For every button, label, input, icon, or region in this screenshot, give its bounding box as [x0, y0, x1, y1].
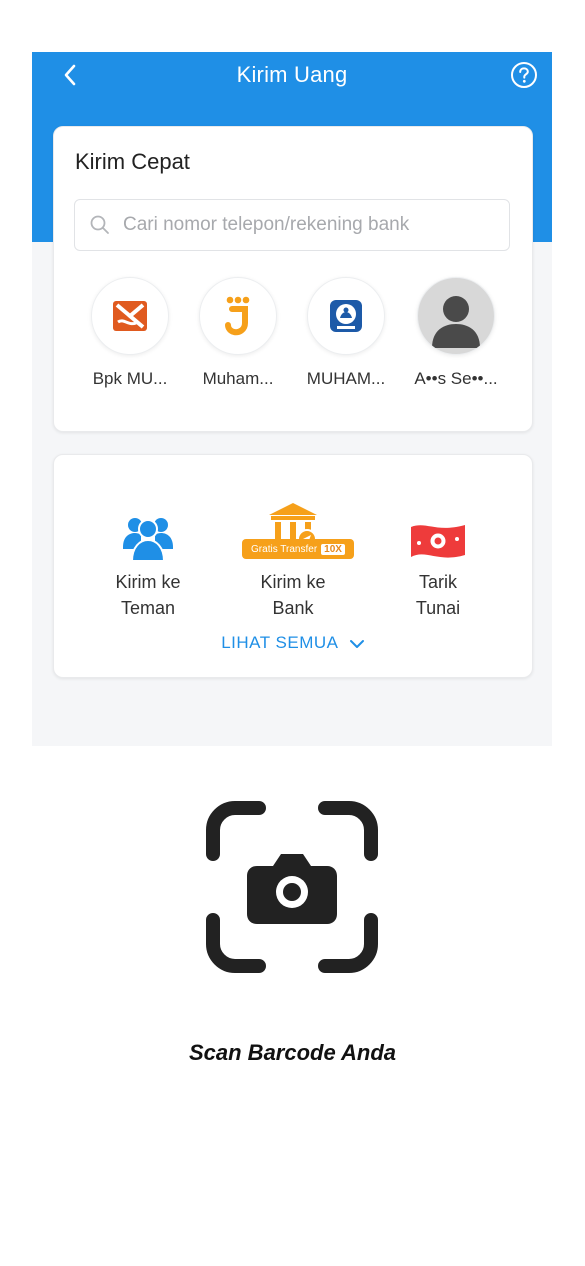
- free-transfer-badge: Gratis Transfer 10X: [242, 539, 354, 559]
- send-to-friend-button[interactable]: Kirim ke Teman: [78, 485, 218, 621]
- contact-name: A••s Se••...: [414, 369, 498, 388]
- bank-logo-orange-icon: [91, 277, 169, 355]
- friends-icon: [123, 518, 173, 562]
- contact-item[interactable]: A••s Se••...: [401, 277, 511, 389]
- app-screen: Kirim Uang Kirim Cepat Cari nomor telepo…: [32, 52, 552, 746]
- chevron-left-icon: [64, 64, 76, 86]
- recent-contacts: Bpk MU... Muham... MUHAM... A••s Se••...: [54, 277, 532, 397]
- menu-label: Kirim ke Bank: [260, 572, 326, 618]
- contact-name: Bpk MU...: [92, 369, 168, 388]
- search-icon: [90, 215, 109, 234]
- contact-item[interactable]: Bpk MU...: [75, 277, 185, 389]
- camera-scan-icon[interactable]: [205, 800, 379, 974]
- contact-item[interactable]: Muham...: [183, 277, 293, 389]
- search-box[interactable]: [74, 199, 510, 251]
- transfer-menu-card: Kirim ke Teman Gratis Transfer 10X Kirim…: [53, 454, 533, 678]
- send-to-bank-button[interactable]: Gratis Transfer 10X Kirim ke Bank: [223, 485, 363, 621]
- search-input[interactable]: [121, 213, 505, 237]
- contact-name: Muham...: [202, 369, 274, 388]
- jenius-logo-icon: [199, 277, 277, 355]
- quick-send-card: Kirim Cepat Bpk MU...: [53, 126, 533, 432]
- cash-withdrawal-button[interactable]: Tarik Tunai: [368, 485, 508, 621]
- contact-item[interactable]: MUHAM...: [291, 277, 401, 389]
- top-bar: Kirim Uang: [32, 52, 552, 98]
- see-all-button[interactable]: LIHAT SEMUA: [54, 633, 532, 653]
- back-button[interactable]: [56, 60, 84, 90]
- person-avatar-icon: [417, 277, 495, 355]
- quick-send-title: Kirim Cepat: [75, 149, 190, 174]
- scan-barcode-label: Scan Barcode Anda: [188, 1040, 397, 1065]
- cash-icon: [411, 525, 465, 558]
- menu-label: Tarik Tunai: [415, 572, 461, 618]
- chevron-down-icon: [349, 639, 364, 648]
- help-icon[interactable]: [510, 61, 538, 89]
- contact-name: MUHAM...: [306, 369, 386, 388]
- bank-logo-blue-icon: [307, 277, 385, 355]
- page-title: Kirim Uang: [236, 62, 348, 87]
- menu-label: Kirim ke Teman: [115, 572, 181, 618]
